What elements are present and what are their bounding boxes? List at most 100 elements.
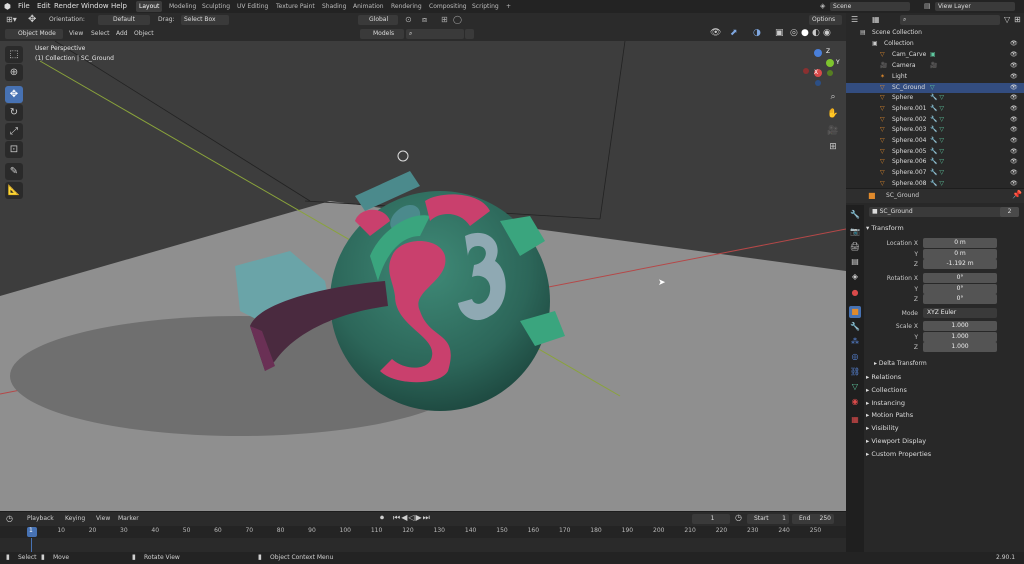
menu-add[interactable]: Add xyxy=(116,30,128,37)
panel-relations[interactable]: ▸ Relations xyxy=(866,373,901,381)
models-dropdown[interactable]: Models xyxy=(360,29,404,39)
transform-orientation-dropdown[interactable]: Global xyxy=(358,15,398,25)
panel-custom-properties[interactable]: ▸ Custom Properties xyxy=(866,450,931,458)
scene-selector[interactable]: Scene xyxy=(830,2,910,11)
measure-tool[interactable]: 📐 xyxy=(5,182,23,199)
scale-tool[interactable]: ⤢ xyxy=(5,123,23,140)
tab-texture-paint[interactable]: Texture Paint xyxy=(273,1,318,12)
options-button[interactable]: Options xyxy=(809,15,842,25)
menu-object[interactable]: Object xyxy=(134,30,154,37)
panel-motion-paths[interactable]: ▸ Motion Paths xyxy=(866,411,913,419)
tab-layout[interactable]: Layout xyxy=(136,1,163,12)
3d-viewport[interactable]: User Perspective (1) Collection | SC_Gro… xyxy=(0,41,846,511)
object-name-field[interactable]: ■ SC_Ground xyxy=(869,207,1019,217)
transform-tool[interactable]: ⊡ xyxy=(5,141,23,158)
editor-type-icon[interactable]: ⊞▾ xyxy=(6,15,17,24)
move-tool[interactable]: ✥ xyxy=(5,86,23,103)
outliner-item-cam-carve[interactable]: ▽ Cam_Carve ▣ 👁 xyxy=(846,50,1024,61)
xray-toggle-icon[interactable]: ▣ xyxy=(775,28,784,38)
rendered-shading-icon[interactable]: ◉ xyxy=(823,28,831,38)
outliner-collection[interactable]: ▣ Collection 👁 xyxy=(846,39,1024,50)
outliner-item-sc-ground[interactable]: ▽ SC_Ground ▽ 👁 xyxy=(846,82,1024,94)
outliner-search-input[interactable]: ⌕ xyxy=(900,15,1000,25)
timeline-area[interactable] xyxy=(0,538,846,552)
visibility-eye-icon[interactable]: 👁 xyxy=(1010,104,1018,115)
proportional-editing-icon[interactable]: ◯ xyxy=(453,15,462,24)
tab-shading[interactable]: Shading xyxy=(319,1,349,12)
clock-icon[interactable]: ◷ xyxy=(6,514,13,523)
menu-window[interactable]: Window xyxy=(81,2,109,11)
visibility-eye-icon[interactable]: 👁 xyxy=(1010,168,1018,179)
scale-y-field[interactable]: 1.000 xyxy=(923,332,997,342)
texture-tab-icon[interactable]: ▦ xyxy=(849,414,861,426)
rotate-tool[interactable]: ↻ xyxy=(5,104,23,121)
visibility-eye-icon[interactable]: 👁 xyxy=(1010,39,1018,50)
visibility-eye-icon[interactable]: 👁 xyxy=(1010,83,1018,94)
timeline-view-menu[interactable]: View xyxy=(96,515,110,522)
outliner-item-camera[interactable]: 🎥 Camera 🎥 👁 xyxy=(846,61,1024,72)
menu-select[interactable]: Select xyxy=(91,30,110,37)
current-frame-field[interactable]: 1 xyxy=(692,514,730,524)
tab-modeling[interactable]: Modeling xyxy=(166,1,199,12)
data-tab-icon[interactable]: ▽ xyxy=(849,381,861,393)
overlay-toggle-icon[interactable]: ◑ xyxy=(753,28,761,38)
view-layer-selector[interactable]: View Layer xyxy=(935,2,1015,11)
mode-dropdown[interactable]: Object Mode xyxy=(5,29,63,39)
keying-menu[interactable]: Keying xyxy=(65,515,85,522)
tab-scripting[interactable]: Scripting xyxy=(469,1,502,12)
menu-render[interactable]: Render xyxy=(54,2,79,11)
menu-file[interactable]: File xyxy=(18,2,30,11)
preview-range-icon[interactable]: ◷ xyxy=(735,513,742,522)
outliner-item-sphere-004[interactable]: ▽ Sphere.004 🔧 ▽ 👁 xyxy=(846,136,1024,147)
pan-hand-icon[interactable]: ✋ xyxy=(826,107,840,121)
visibility-eye-icon[interactable]: 👁 xyxy=(1010,115,1018,126)
gizmo-y-label[interactable]: Y xyxy=(836,59,840,66)
rotation-z-field[interactable]: 0° xyxy=(923,294,997,304)
camera-view-icon[interactable]: 🎥 xyxy=(826,124,840,138)
transform-panel-header[interactable]: ▾ Transform xyxy=(866,224,904,232)
material-shading-icon[interactable]: ◐ xyxy=(812,28,820,38)
snap-target-icon[interactable]: ⊞ xyxy=(441,15,448,24)
menu-edit[interactable]: Edit xyxy=(37,2,51,11)
scale-z-field[interactable]: 1.000 xyxy=(923,342,997,352)
material-tab-icon[interactable]: ◉ xyxy=(849,396,861,408)
solid-shading-icon[interactable]: ● xyxy=(801,28,809,38)
outliner-scene-collection[interactable]: ▤ Scene Collection xyxy=(846,28,1024,39)
outliner-item-sphere-003[interactable]: ▽ Sphere.003 🔧 ▽ 👁 xyxy=(846,125,1024,136)
visibility-eye-icon[interactable]: 👁 xyxy=(1010,50,1018,61)
zoom-icon[interactable]: ⌕ xyxy=(826,90,840,104)
cursor-tool[interactable]: ⊕ xyxy=(5,64,23,81)
visibility-eye-icon[interactable]: 👁 xyxy=(1010,93,1018,104)
render-tab-icon[interactable]: 📷 xyxy=(849,226,861,238)
gizmo-toggle-icon[interactable]: ⬈ xyxy=(730,28,738,38)
perspective-grid-icon[interactable]: ⊞ xyxy=(826,140,840,154)
pin-icon[interactable]: 📌 xyxy=(1012,190,1022,199)
select-box-tool[interactable]: ⬚ xyxy=(5,46,23,63)
rotation-x-field[interactable]: 0° xyxy=(923,273,997,283)
playback-menu[interactable]: Playback xyxy=(27,515,54,522)
filter-toggle-button[interactable] xyxy=(465,29,474,39)
outliner-item-sphere-001[interactable]: ▽ Sphere.001 🔧 ▽ 👁 xyxy=(846,104,1024,115)
outliner-editor-icon[interactable]: ☰ xyxy=(851,15,858,24)
wireframe-shading-icon[interactable]: ◎ xyxy=(790,28,798,38)
outliner-item-sphere[interactable]: ▽ Sphere 🔧 ▽ 👁 xyxy=(846,93,1024,104)
location-x-field[interactable]: 0 m xyxy=(923,238,997,248)
menu-view[interactable]: View xyxy=(69,30,83,37)
visibility-eye-icon[interactable]: 👁 xyxy=(1010,147,1018,158)
outliner-item-sphere-005[interactable]: ▽ Sphere.005 🔧 ▽ 👁 xyxy=(846,147,1024,158)
panel-visibility[interactable]: ▸ Visibility xyxy=(866,424,899,432)
snap-icon[interactable]: ⧈ xyxy=(422,15,427,25)
display-mode-icon[interactable]: ▦ xyxy=(872,15,880,24)
tab-sculpting[interactable]: Sculpting xyxy=(199,1,233,12)
outliner-item-sphere-006[interactable]: ▽ Sphere.006 🔧 ▽ 👁 xyxy=(846,157,1024,168)
outliner-item-light[interactable]: ✶ Light 👁 xyxy=(846,72,1024,83)
panel-instancing[interactable]: ▸ Instancing xyxy=(866,399,905,407)
visibility-eye-icon[interactable]: 👁 xyxy=(1010,179,1018,190)
tool-tab-icon[interactable]: 🔧 xyxy=(849,209,861,221)
drag-dropdown[interactable]: Select Box xyxy=(181,15,229,25)
outliner-item-sphere-002[interactable]: ▽ Sphere.002 🔧 ▽ 👁 xyxy=(846,115,1024,126)
visibility-eye-icon[interactable]: 👁 xyxy=(1010,61,1018,72)
filter-icon[interactable]: ▽ xyxy=(1004,15,1010,24)
tab-animation[interactable]: Animation xyxy=(350,1,387,12)
annotate-tool[interactable]: ✎ xyxy=(5,163,23,180)
